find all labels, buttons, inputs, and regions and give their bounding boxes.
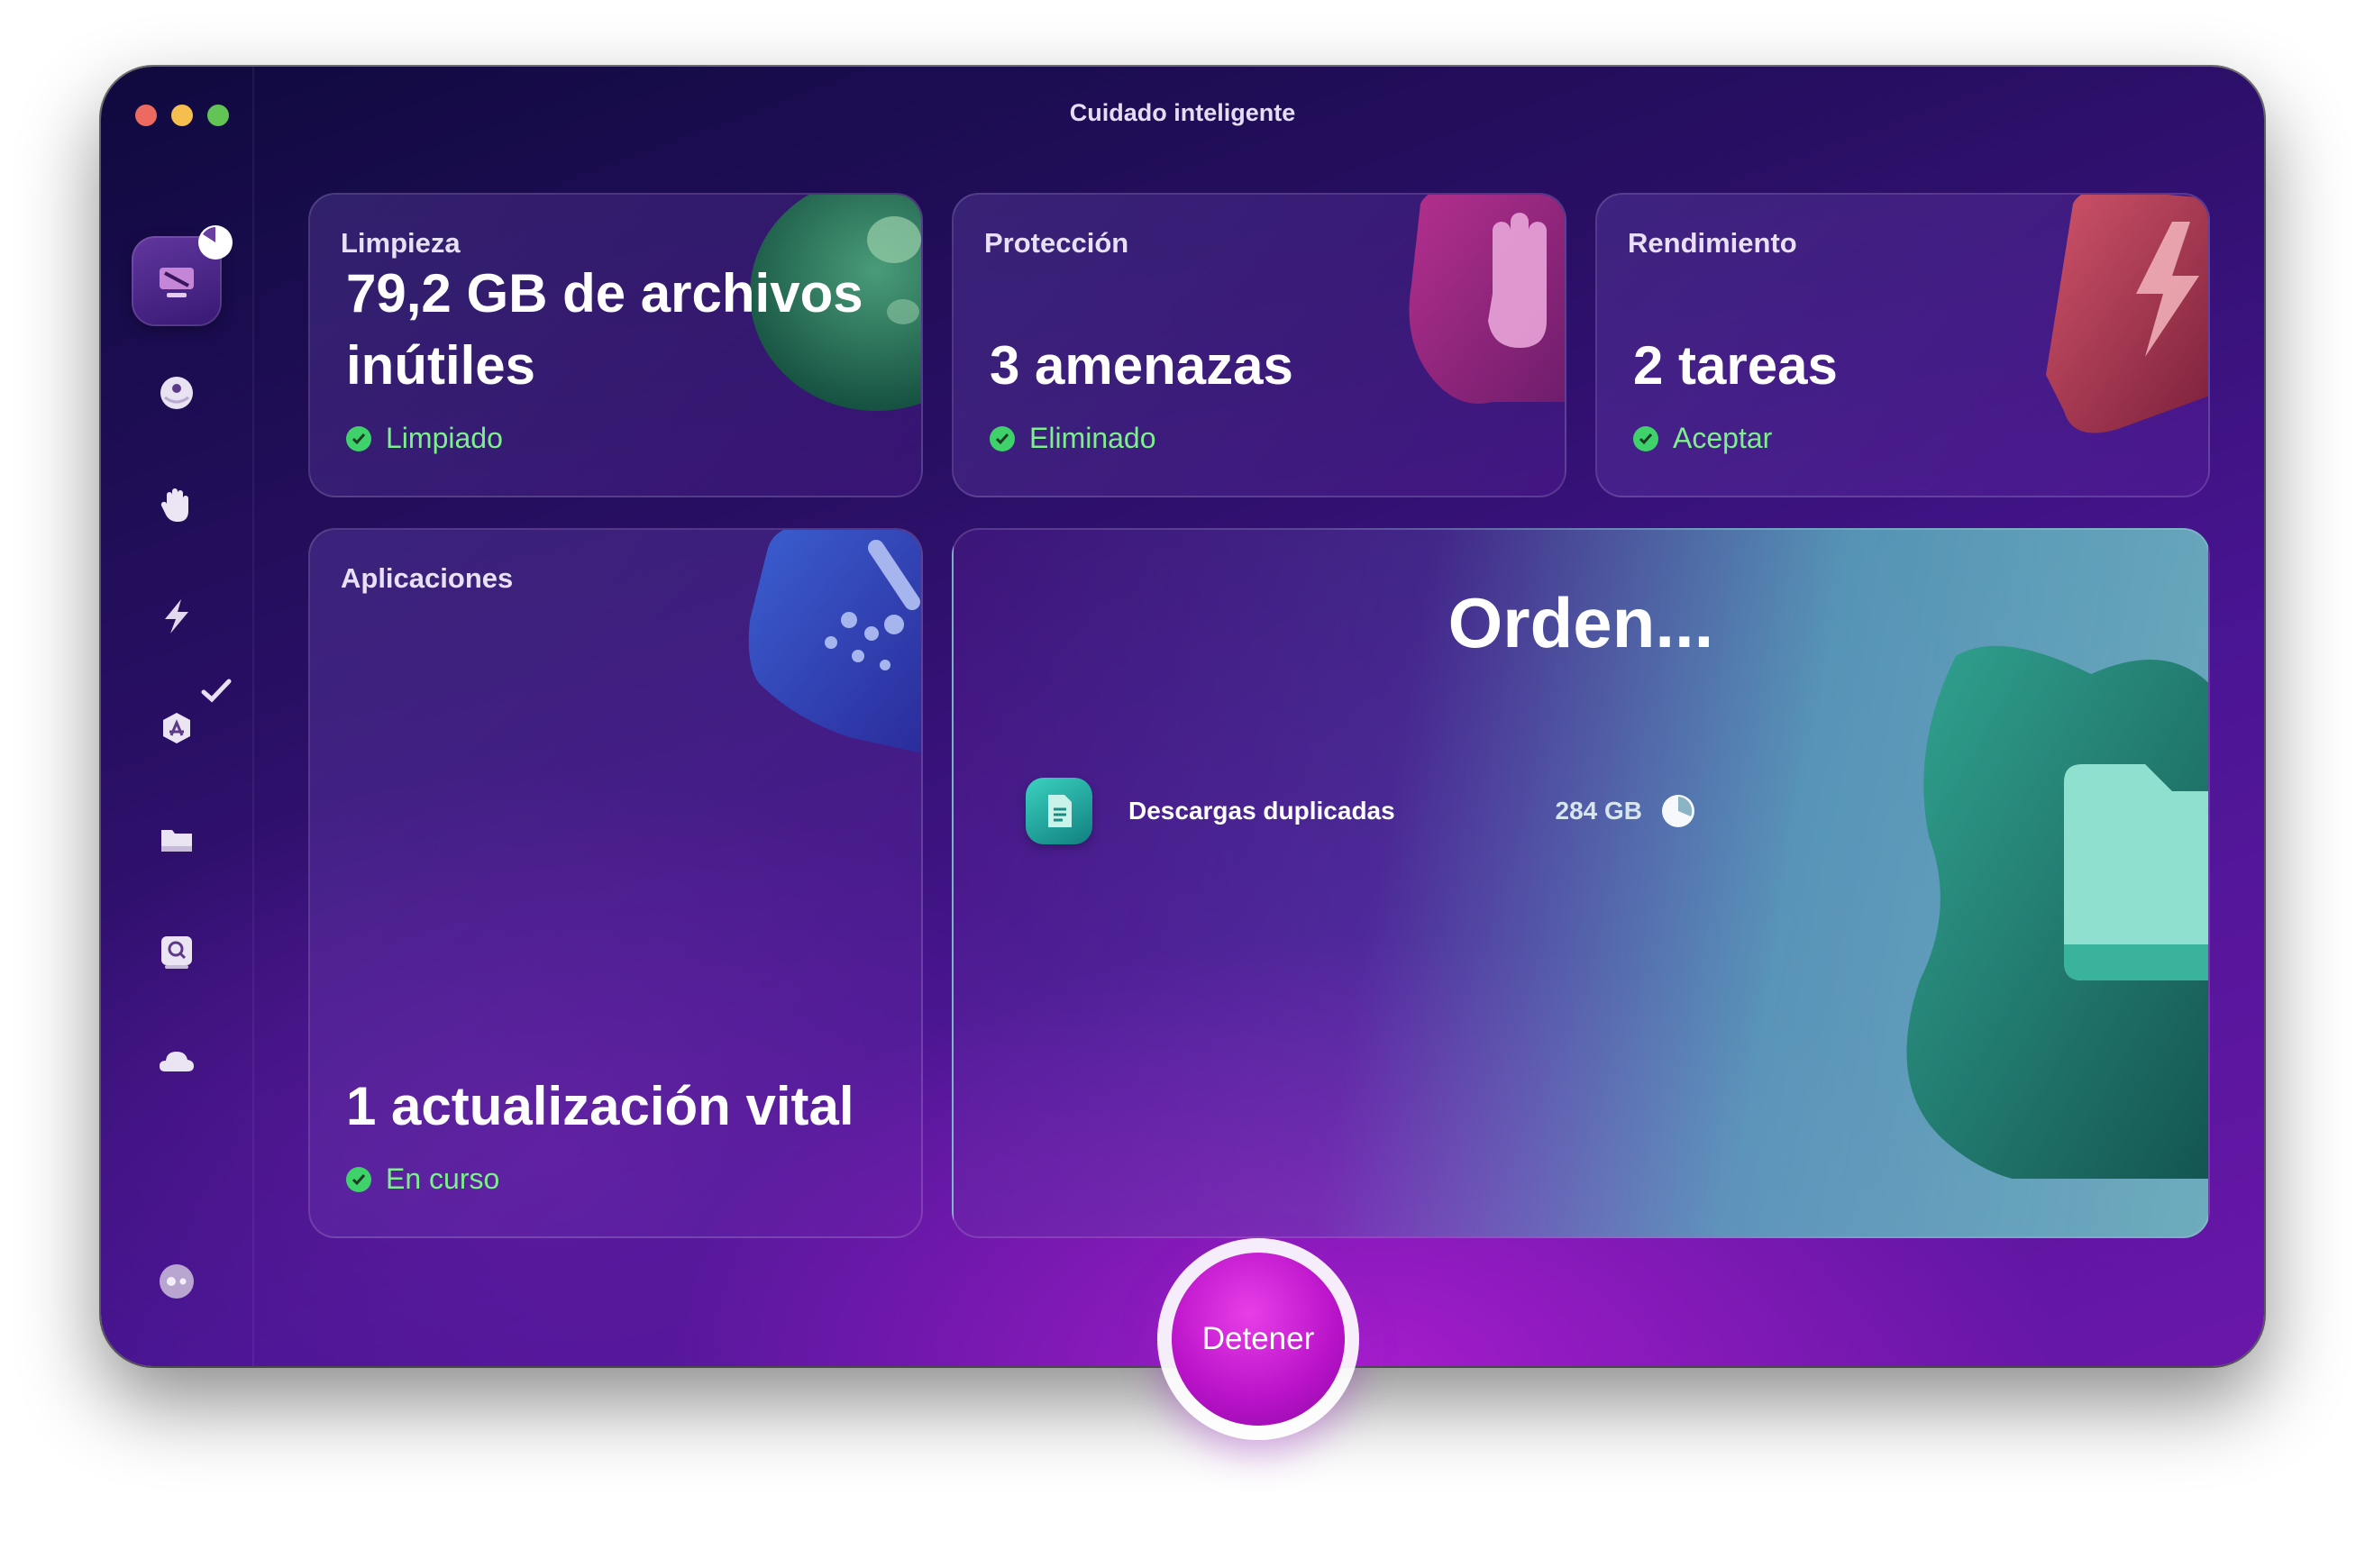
card-protection-label: Protección bbox=[984, 227, 1129, 259]
check-circle-icon bbox=[1633, 425, 1658, 451]
card-protection-value: 3 amenazas bbox=[990, 335, 1293, 396]
cloud-icon bbox=[160, 1052, 194, 1071]
sidebar-item-performance[interactable] bbox=[132, 571, 222, 661]
hand-icon bbox=[160, 488, 188, 522]
hand-illustration-icon bbox=[1409, 195, 1565, 405]
list-item-size: 284 GB bbox=[1555, 797, 1643, 825]
lightning-icon bbox=[165, 599, 188, 634]
card-applications-status: En curso bbox=[346, 1162, 499, 1196]
card-performance-label: Rendimiento bbox=[1628, 227, 1797, 259]
checkmark-icon bbox=[201, 679, 232, 703]
progress-pie-icon bbox=[198, 225, 233, 260]
stop-button[interactable]: Detener bbox=[1172, 1253, 1345, 1426]
card-applications-label: Aplicaciones bbox=[341, 562, 514, 594]
card-protection-status-text: Eliminado bbox=[1029, 422, 1156, 454]
lightning-illustration-icon bbox=[2046, 195, 2208, 433]
folder-illustration-icon bbox=[1906, 645, 2208, 1179]
card-cleanup-value-line2: inútiles bbox=[346, 335, 536, 396]
sidebar-item-cloud[interactable] bbox=[132, 1018, 222, 1108]
assistant-icon bbox=[160, 1264, 194, 1299]
card-performance-value: 2 tareas bbox=[1633, 335, 1838, 396]
check-circle-icon bbox=[346, 425, 371, 451]
card-cleanup-status-text: Limpiado bbox=[386, 422, 503, 454]
card-applications-status-text: En curso bbox=[386, 1162, 500, 1195]
card-clutter-progress: Orden... Descargas duplicadas 284 GB bbox=[952, 528, 2210, 1238]
card-protection[interactable]: Protección 3 amenazas Eliminado bbox=[952, 193, 1566, 497]
card-cleanup-value-line1: 79,2 GB de archivos bbox=[346, 263, 863, 324]
sidebar-item-protection[interactable] bbox=[132, 460, 222, 550]
sidebar-item-space-lens[interactable] bbox=[132, 907, 222, 997]
sidebar-item-smart-care[interactable] bbox=[132, 225, 233, 326]
card-cleanup-status: Limpiado bbox=[346, 422, 503, 455]
app-store-illustration-icon bbox=[748, 530, 921, 753]
window-title: Cuidado inteligente bbox=[1069, 99, 1296, 126]
app-window: Cuidado inteligente Limpieza 79,2 GB de … bbox=[101, 67, 2264, 1366]
list-item[interactable]: Descargas duplicadas 284 GB bbox=[1026, 775, 1711, 847]
card-performance-status: Aceptar bbox=[1633, 422, 1772, 455]
card-protection-status: Eliminado bbox=[990, 422, 1156, 455]
card-performance[interactable]: Rendimiento 2 tareas Aceptar bbox=[1595, 193, 2210, 497]
clutter-title: Orden... bbox=[1447, 583, 1714, 662]
card-cleanup-label: Limpieza bbox=[341, 227, 461, 259]
app-store-icon bbox=[163, 713, 190, 743]
card-performance-status-text: Aceptar bbox=[1673, 422, 1773, 454]
duplicate-files-icon bbox=[1026, 778, 1092, 844]
card-cleanup[interactable]: Limpieza 79,2 GB de archivos inútiles Li… bbox=[308, 193, 923, 497]
sidebar-item-my-clutter[interactable] bbox=[132, 795, 222, 885]
card-applications[interactable]: Aplicaciones 1 actualización vital En cu… bbox=[308, 528, 923, 1238]
disc-icon bbox=[160, 377, 193, 409]
folder-icon bbox=[161, 830, 192, 852]
list-item-name: Descargas duplicadas bbox=[1128, 797, 1395, 825]
magnifier-icon bbox=[161, 936, 192, 969]
sidebar-item-applications[interactable] bbox=[132, 679, 232, 773]
check-circle-icon bbox=[346, 1166, 371, 1192]
card-applications-value: 1 actualización vital bbox=[346, 1076, 854, 1136]
sidebar-assistant[interactable] bbox=[132, 1236, 222, 1326]
sidebar-item-cleanup[interactable] bbox=[132, 348, 222, 438]
sidebar bbox=[101, 67, 254, 1366]
check-circle-icon bbox=[990, 425, 1015, 451]
monitor-icon bbox=[160, 268, 194, 297]
progress-pie-icon bbox=[1662, 795, 1694, 827]
